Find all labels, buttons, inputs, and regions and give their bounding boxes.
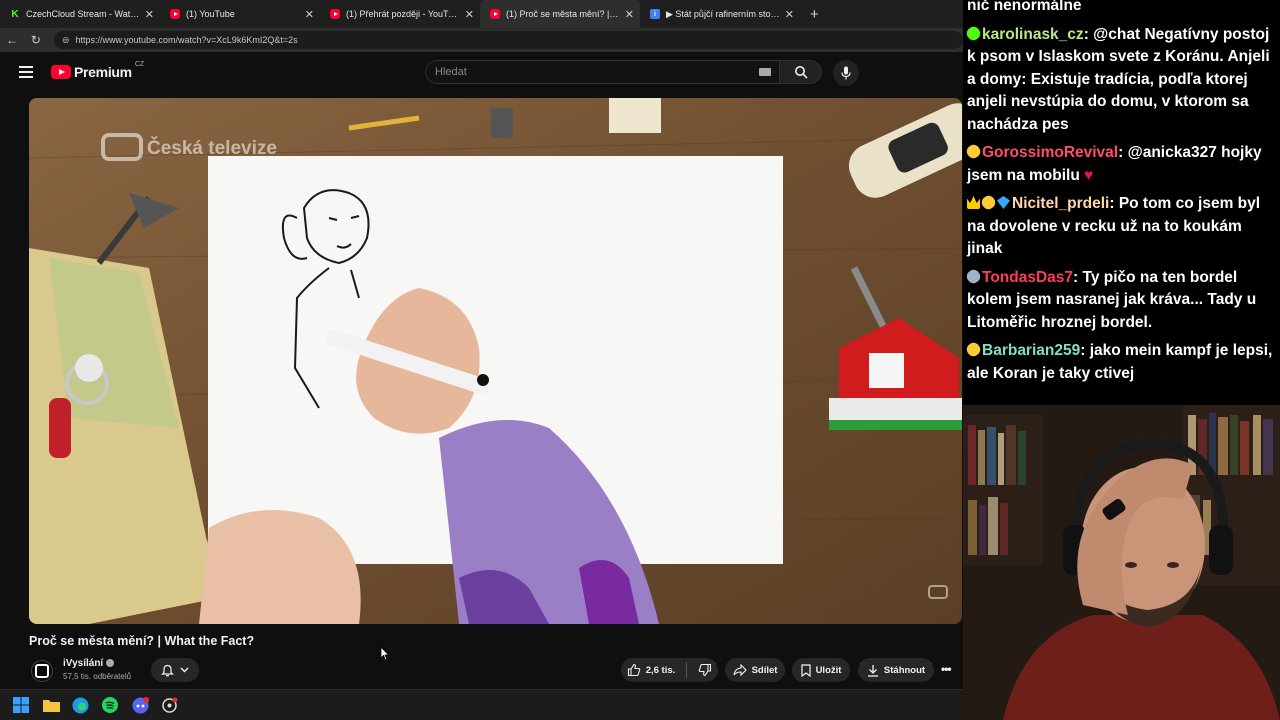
close-icon[interactable]: ✕ [305, 8, 314, 21]
share-button[interactable]: Sdílet [725, 658, 785, 682]
address-bar-row: ← ↻ ⊜ https://www.youtube.com/watch?v=Xc… [0, 28, 963, 52]
edge-browser-icon[interactable] [71, 696, 89, 714]
url-field[interactable]: ⊜ https://www.youtube.com/watch?v=XcL9k6… [53, 31, 963, 49]
notifications-button[interactable] [151, 658, 199, 682]
search-icon [794, 66, 808, 79]
subscriber-badge-icon [964, 23, 983, 43]
tab-title: (1) Přehrát později - YouTube [346, 9, 461, 19]
chat-username[interactable]: karolinask_cz [982, 26, 1084, 43]
bookmark-icon [800, 663, 811, 677]
thumbs-up-icon[interactable] [627, 663, 641, 677]
share-icon [733, 664, 747, 676]
youtube-icon [330, 9, 340, 19]
youtube-icon [51, 65, 71, 79]
chat-username[interactable]: Nicitel_prdeli [1012, 195, 1109, 212]
news-icon: i [650, 9, 660, 19]
streamer-webcam [963, 405, 1280, 720]
channel-name-row[interactable]: iVysílání [63, 658, 115, 669]
channel-avatar[interactable] [31, 660, 53, 682]
voice-search-button[interactable] [833, 60, 859, 86]
download-icon [867, 664, 878, 677]
url-text: https://www.youtube.com/watch?v=XcL9k6Km… [75, 35, 298, 45]
close-icon[interactable]: ✕ [145, 8, 154, 21]
crown-badge-icon [967, 196, 980, 209]
subscriber-badge-icon [964, 266, 983, 286]
os-taskbar [0, 689, 963, 720]
country-code: CZ [134, 60, 145, 68]
close-icon[interactable]: ✕ [785, 8, 794, 21]
reload-icon[interactable]: ↻ [24, 33, 48, 47]
search-button[interactable] [780, 60, 822, 84]
chat-message: GorossimoRevival: @anicka327 hojky jsem … [964, 142, 1280, 187]
site-info-icon[interactable]: ⊜ [62, 35, 70, 46]
heart-emoji-icon: ♥ [1084, 166, 1094, 184]
channel-name[interactable]: iVysílání [63, 658, 103, 669]
windows-start-icon[interactable] [12, 696, 30, 714]
chevron-down-icon [180, 667, 189, 673]
like-count[interactable]: 2,6 tis. [646, 665, 676, 676]
mouse-cursor-icon [380, 646, 390, 661]
subscriber-badge-icon [964, 340, 983, 359]
discord-icon[interactable] [131, 696, 149, 714]
youtube-icon [490, 9, 500, 19]
download-button[interactable]: Stáhnout [858, 658, 934, 682]
new-tab-button[interactable]: + [810, 6, 819, 23]
video-title: Proč se města mění? | What the Fact? [29, 634, 255, 648]
tab-news[interactable]: i ▶ Stát půjčí rafinerním sto tisíc tun … [640, 0, 800, 28]
subscriber-badge-icon [964, 142, 983, 161]
save-button[interactable]: Uložit [792, 658, 850, 682]
tab-current-video[interactable]: (1) Proč se města mění? | What the ✕ [480, 0, 640, 28]
close-icon[interactable]: ✕ [465, 8, 474, 21]
tab-title: CzechCloud Stream - Watch Live o [26, 9, 141, 19]
tab-title: (1) YouTube [186, 9, 235, 19]
thumbs-down-icon[interactable] [698, 663, 712, 677]
file-explorer-icon[interactable] [42, 696, 60, 714]
chat-message: Nicitel_prdeli: Po tom co jsem byl na do… [967, 193, 1261, 257]
youtube-header: Premium CZ Hledat [0, 52, 963, 94]
chat-message: Barbarian259: jako mein kampf je lepsi, … [964, 340, 1280, 385]
close-icon[interactable]: ✕ [625, 8, 634, 21]
subscriber-count: 57,5 tis. odběratelů [63, 672, 132, 681]
stream-chat: nič nenormálne karolinask_cz: @chat Nega… [963, 0, 1280, 405]
chat-message: TondasDas7: Ty pičo na ten bordel kolem … [964, 266, 1280, 335]
share-label: Sdílet [751, 664, 778, 676]
kick-icon: K [11, 8, 19, 20]
bell-icon [161, 664, 174, 676]
chat-username[interactable]: TondasDas7 [982, 269, 1073, 286]
youtube-icon [170, 9, 180, 19]
tab-watch-later[interactable]: (1) Přehrát později - YouTube ✕ [320, 0, 480, 28]
recording-app-icon[interactable] [160, 696, 178, 714]
divider [686, 662, 688, 678]
tab-youtube[interactable]: (1) YouTube ✕ [160, 0, 320, 28]
chat-text: Po tom co jsem byl na dovolene v recku u… [967, 195, 1261, 257]
gem-badge-icon [997, 196, 1010, 209]
webcam-frame [963, 405, 1280, 720]
keyboard-icon[interactable] [759, 68, 771, 76]
save-label: Uložit [815, 664, 842, 676]
chat-username[interactable]: Barbarian259 [982, 342, 1080, 359]
video-player[interactable]: Česká televize [29, 98, 962, 624]
back-icon[interactable]: ← [0, 33, 24, 47]
tab-title: ▶ Stát půjčí rafinerním sto tisíc tun [666, 8, 781, 19]
spotify-icon[interactable] [101, 696, 119, 714]
video-frame: Česká televize [29, 98, 962, 624]
youtube-logo[interactable]: Premium CZ [51, 60, 145, 80]
menu-icon[interactable] [19, 66, 33, 78]
browser-tab-strip: K CzechCloud Stream - Watch Live o ✕ (1)… [0, 0, 963, 28]
like-dislike-bar: 2,6 tis. [621, 658, 718, 682]
chat-message-tail: nič nenormálne [967, 0, 1082, 14]
broadcaster-watermark: Česká televize [147, 137, 277, 159]
chat-message: karolinask_cz: @chat Negatívny postoj k … [964, 23, 1280, 137]
search-input[interactable]: Hledat [425, 60, 780, 84]
tab-czechcloud[interactable]: K CzechCloud Stream - Watch Live o ✕ [0, 0, 160, 28]
tab-title: (1) Proč se města mění? | What the [506, 9, 621, 19]
more-actions-icon[interactable]: ••• [941, 662, 952, 676]
subscriber-badge-icon [979, 193, 998, 212]
verified-icon [106, 659, 115, 668]
search-placeholder: Hledat [435, 66, 467, 78]
microphone-icon [841, 66, 851, 80]
logo-text: Premium [74, 64, 132, 80]
chat-username[interactable]: GorossimoRevival [982, 144, 1118, 161]
download-label: Stáhnout [883, 664, 926, 676]
